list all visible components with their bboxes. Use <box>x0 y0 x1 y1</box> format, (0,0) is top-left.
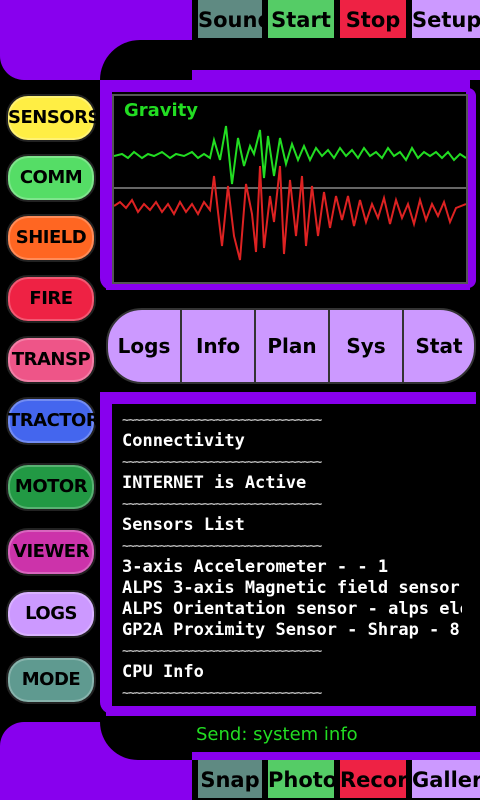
frame-graph-left <box>100 80 112 290</box>
separator-line: ~~~~~~~~~~~~~~~~~~~~~~~~~~~~~~~~ <box>122 497 322 511</box>
tab-logs[interactable]: Logs <box>106 308 182 384</box>
frame-bottom-bar <box>192 752 480 760</box>
tractor-button[interactable]: TRACTOR <box>6 397 100 445</box>
info-line: GP2A Proximity Sensor - Shrap - 8 <box>122 620 460 640</box>
separator-line: ~~~~~~~~~~~~~~~~~~~~~~~~~~~~~~~~ <box>122 413 322 427</box>
motor-button[interactable]: MOTOR <box>6 463 96 511</box>
setup-button[interactable]: Setup <box>412 0 480 38</box>
info-line: ALPS Orientation sensor - alps electric … <box>122 599 462 619</box>
frame-top-bar <box>192 70 480 80</box>
separator-line: ~~~~~~~~~~~~~~~~~~~~~~~~~~~~~~~~ <box>122 539 322 553</box>
tab-sys[interactable]: Sys <box>328 308 404 384</box>
frame-info-left <box>100 392 112 714</box>
frame-graph-top <box>100 80 470 92</box>
shield-button[interactable]: SHIELD <box>6 214 96 262</box>
start-button[interactable]: Start <box>268 0 334 38</box>
send-status: Send: system info <box>196 724 358 745</box>
info-line: CPU Info <box>122 662 204 682</box>
separator-line: ~~~~~~~~~~~~~~~~~~~~~~~~~~~~~~~~ <box>122 686 322 700</box>
gallery-button[interactable]: Gallery <box>412 760 480 798</box>
stop-button[interactable]: Stop <box>340 0 406 38</box>
tab-info[interactable]: Info <box>180 308 256 384</box>
info-line: ALPS 3-axis Magnetic field sensor - alps… <box>122 578 462 598</box>
transp-button[interactable]: TRANSP <box>6 336 96 384</box>
red-signal-line <box>114 165 466 261</box>
mode-button[interactable]: MODE <box>6 656 96 704</box>
info-line: Connectivity <box>122 431 245 451</box>
info-panel: ~~~~~~~~~~~~~~~~~~~~~~~~~~~~~~~~ Connecti… <box>122 410 462 710</box>
logs-button[interactable]: LOGS <box>6 590 96 638</box>
graph-svg <box>114 125 466 261</box>
sensor-graph: Gravity <box>112 94 468 284</box>
separator-line: ~~~~~~~~~~~~~~~~~~~~~~~~~~~~~~~~ <box>122 455 322 469</box>
info-line: 3-axis Accelerometer - - 1 <box>122 557 389 577</box>
info-line: INTERNET is Active <box>122 473 307 493</box>
record-button[interactable]: Record <box>340 760 423 798</box>
separator-line: ~~~~~~~~~~~~~~~~~~~~~~~~~~~~~~~~ <box>122 644 322 658</box>
sound-button[interactable]: Sound <box>198 0 272 38</box>
tab-stat[interactable]: Stat <box>402 308 476 384</box>
comm-button[interactable]: COMM <box>6 154 96 202</box>
info-line: Sensors List <box>122 515 245 535</box>
green-signal-line <box>114 125 466 185</box>
photo-button[interactable]: Photo <box>268 760 337 798</box>
sensors-button[interactable]: SENSORS <box>6 94 100 142</box>
viewer-button[interactable]: VIEWER <box>6 528 96 576</box>
frame-info-top <box>100 392 476 404</box>
tab-plan[interactable]: Plan <box>254 308 330 384</box>
snap-button[interactable]: Snap <box>198 760 262 798</box>
fire-button[interactable]: FIRE <box>6 275 96 323</box>
